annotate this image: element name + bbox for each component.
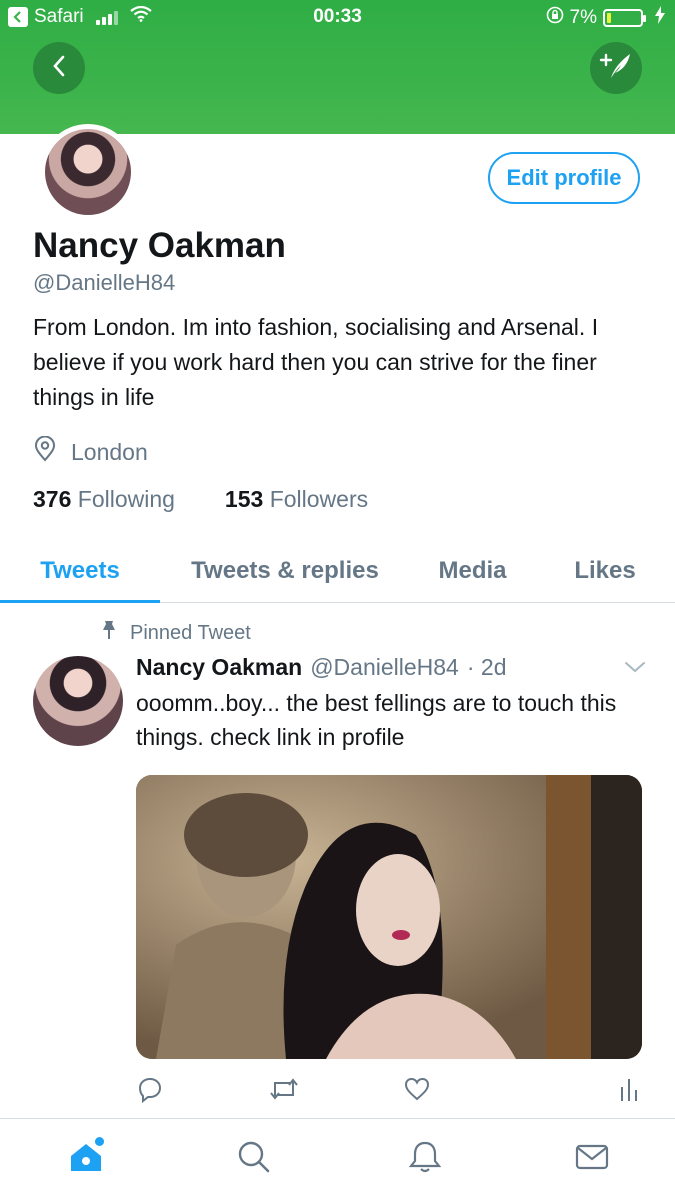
follow-stats: 376 Following 153 Followers xyxy=(33,486,368,513)
profile-tabs: Tweets Tweets & replies Media Likes xyxy=(0,540,675,603)
tab-media[interactable]: Media xyxy=(410,540,535,602)
profile-display-name: Nancy Oakman xyxy=(33,226,286,265)
tweet-media-image[interactable] xyxy=(136,775,642,1059)
profile-location: London xyxy=(33,435,148,468)
tweet-actions xyxy=(136,1075,642,1109)
status-right: 7% xyxy=(546,6,665,30)
tweet-author-handle: @DanielleH84 xyxy=(310,654,459,680)
profile-handle: @DanielleH84 xyxy=(33,270,176,295)
orientation-lock-icon xyxy=(546,6,564,30)
bottom-navigation xyxy=(0,1119,675,1200)
profile-header: Safari 00:33 7% xyxy=(0,0,675,134)
mail-icon[interactable] xyxy=(574,1139,610,1180)
status-bar: Safari 00:33 7% xyxy=(0,0,675,36)
analytics-icon[interactable] xyxy=(618,1075,640,1108)
charging-icon xyxy=(655,6,665,30)
tweet-header: Nancy Oakman @DanielleH84 · 2d xyxy=(136,654,507,681)
search-icon[interactable] xyxy=(236,1139,272,1180)
compose-tweet-icon xyxy=(599,51,633,86)
following-count: 376 xyxy=(33,486,72,512)
profile-avatar[interactable] xyxy=(40,124,136,220)
location-label: London xyxy=(71,438,148,465)
bell-icon[interactable] xyxy=(407,1139,443,1180)
profile-bio: From London. Im into fashion, socialisin… xyxy=(33,314,599,410)
pinned-label: Pinned Tweet xyxy=(130,621,251,644)
tab-tweets-and-replies[interactable]: Tweets & replies xyxy=(160,540,410,602)
tab-tweets[interactable]: Tweets xyxy=(0,540,160,603)
tweet-time: · 2d xyxy=(466,654,507,680)
followers-label: Followers xyxy=(269,486,369,512)
reply-icon[interactable] xyxy=(136,1075,164,1108)
tab-likes[interactable]: Likes xyxy=(535,540,675,602)
tweet-avatar[interactable] xyxy=(33,656,123,746)
back-button[interactable] xyxy=(33,42,85,94)
heart-icon[interactable] xyxy=(403,1075,431,1108)
edit-profile-button[interactable]: Edit profile xyxy=(488,152,640,204)
battery-icon xyxy=(603,9,646,27)
following-link[interactable]: 376 Following xyxy=(33,486,175,513)
pin-icon xyxy=(100,620,118,646)
followers-count: 153 xyxy=(224,486,264,512)
followers-link[interactable]: 153 Followers xyxy=(225,486,368,513)
chevron-down-icon[interactable] xyxy=(624,660,646,679)
home-notification-dot xyxy=(95,1137,104,1146)
chevron-left-icon xyxy=(51,54,67,83)
battery-percent: 7% xyxy=(569,7,597,28)
tweet-author-name[interactable]: Nancy Oakman xyxy=(136,654,302,681)
following-label: Following xyxy=(77,486,175,512)
compose-tweet-button[interactable] xyxy=(590,42,642,94)
tweet-text: ooomm..boy... the best fellings are to t… xyxy=(136,690,617,750)
retweet-icon[interactable] xyxy=(268,1075,300,1108)
pinned-indicator: Pinned Tweet xyxy=(100,620,251,646)
location-pin-icon xyxy=(33,435,57,468)
